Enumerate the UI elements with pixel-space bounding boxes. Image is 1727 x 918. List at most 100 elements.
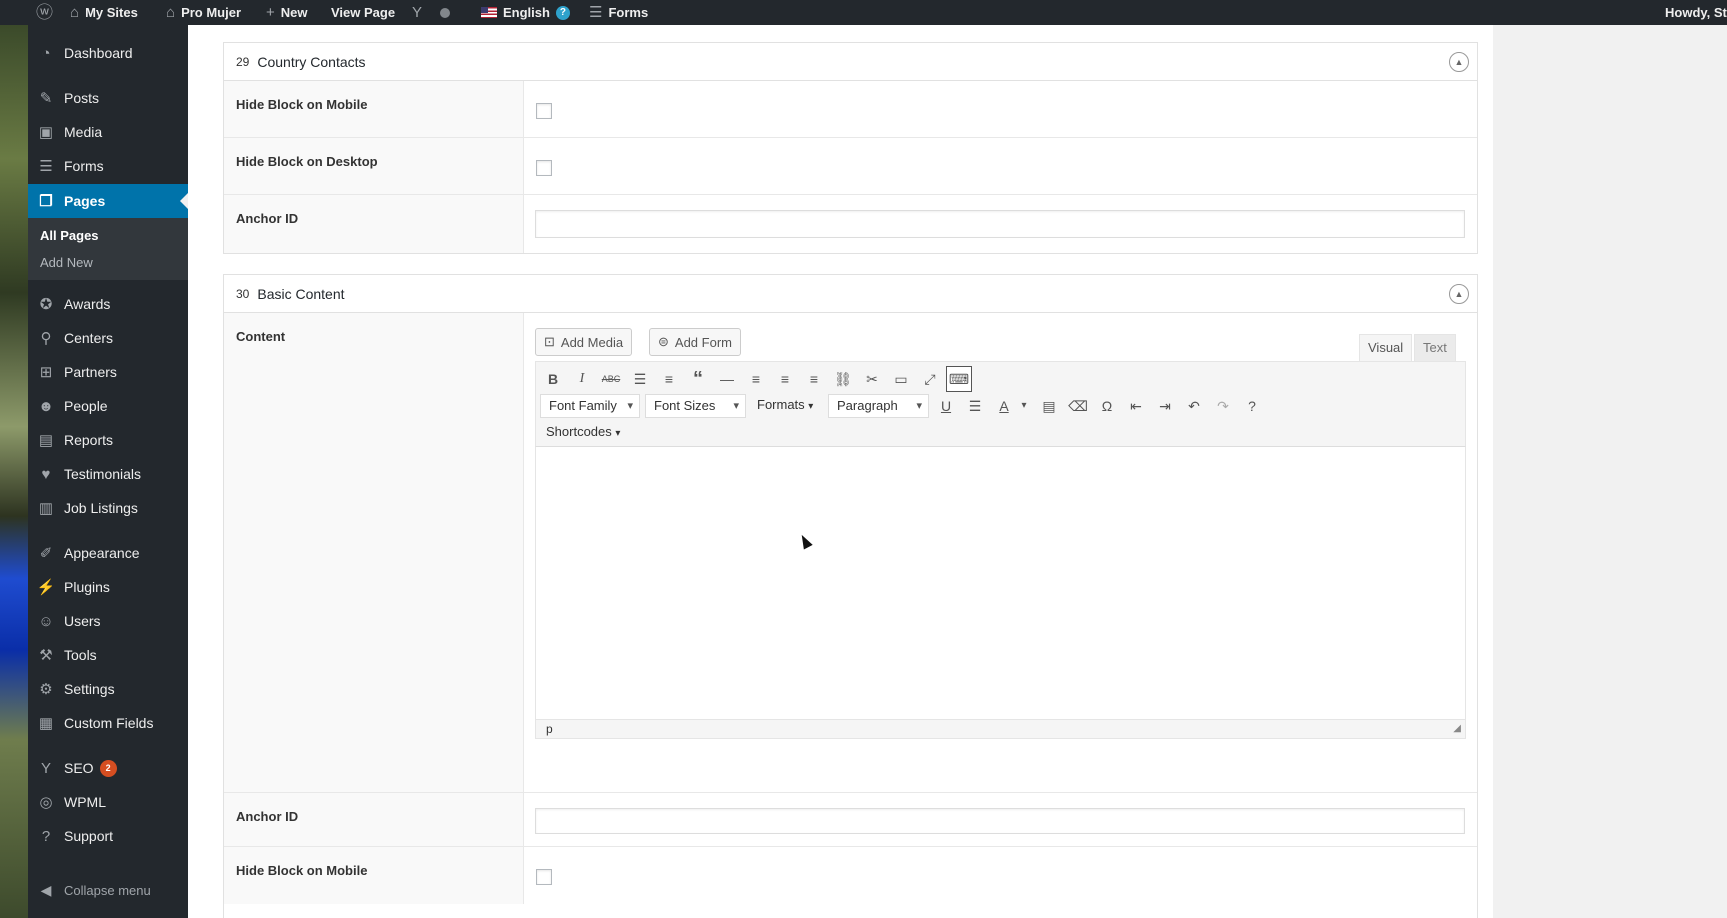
field-label: Hide Block on Mobile: [224, 847, 524, 904]
language-switcher[interactable]: English?: [481, 0, 570, 25]
editor-content-area[interactable]: [535, 447, 1466, 719]
help-icon: ?: [41, 827, 51, 845]
forms-icon: ☰: [39, 158, 53, 175]
chevron-down-icon: ▾: [615, 428, 621, 439]
bold-icon[interactable]: B: [540, 366, 566, 392]
settings-icon: ⚙: [39, 681, 53, 698]
text-color-dropdown-icon[interactable]: ▾: [1011, 393, 1037, 419]
tab-text[interactable]: Text: [1414, 334, 1456, 361]
add-form-button[interactable]: ⊜ Add Form: [649, 328, 741, 356]
menu-appearance[interactable]: ✐ Appearance: [28, 536, 188, 570]
site-name-link[interactable]: ⌂ Pro Mujer: [166, 0, 241, 25]
outdent-icon[interactable]: ⇤: [1123, 393, 1149, 419]
menu-forms[interactable]: ☰ Forms: [28, 149, 188, 183]
howdy-account-link[interactable]: Howdy, St: [1665, 0, 1727, 25]
undo-icon[interactable]: ↶: [1181, 393, 1207, 419]
menu-seo[interactable]: Y SEO 2: [28, 751, 188, 785]
anchor-id-input[interactable]: [535, 808, 1465, 834]
menu-users[interactable]: ☺ Users: [28, 604, 188, 638]
align-center-icon[interactable]: ≡: [772, 366, 798, 392]
link-icon[interactable]: ⛓: [830, 366, 856, 392]
resize-handle-icon[interactable]: ◢: [1453, 720, 1461, 738]
align-left-icon[interactable]: ≡: [743, 366, 769, 392]
paste-as-text-icon[interactable]: ▤: [1036, 393, 1062, 419]
clear-formatting-icon[interactable]: ⌫: [1065, 393, 1091, 419]
seo-notification-badge: 2: [99, 759, 117, 777]
pages-submenu: All Pages Add New: [28, 218, 188, 280]
yoast-icon[interactable]: Y: [412, 0, 422, 25]
hide-desktop-checkbox[interactable]: [536, 160, 552, 176]
collapse-menu-button[interactable]: ◀ Collapse menu: [28, 875, 188, 905]
home-icon: ⌂: [166, 4, 176, 21]
menu-tools[interactable]: ⚒ Tools: [28, 638, 188, 672]
menu-partners[interactable]: ⊞ Partners: [28, 355, 188, 389]
submenu-add-new[interactable]: Add New: [40, 255, 93, 270]
special-character-icon[interactable]: Ω: [1094, 393, 1120, 419]
justify-icon[interactable]: ☰: [962, 393, 988, 419]
seo-score-dot-icon: [440, 0, 450, 25]
anchor-id-input[interactable]: [535, 210, 1465, 238]
block-title: Basic Content: [257, 285, 345, 302]
menu-custom-fields[interactable]: ▦ Custom Fields: [28, 706, 188, 740]
strikethrough-icon[interactable]: ABC: [598, 366, 624, 392]
font-sizes-select[interactable]: Font Sizes: [645, 394, 746, 418]
field-row-anchor: Anchor ID: [224, 195, 1477, 253]
menu-dashboard[interactable]: ◔ Dashboard: [28, 36, 188, 70]
font-family-select[interactable]: Font Family: [540, 394, 640, 418]
field-label: Anchor ID: [224, 793, 524, 846]
hide-mobile-checkbox[interactable]: [536, 869, 552, 885]
pages-icon: ❐: [39, 193, 53, 210]
menu-reports[interactable]: ▤ Reports: [28, 423, 188, 457]
unlink-icon[interactable]: ✂: [859, 366, 885, 392]
horizontal-line-icon[interactable]: —: [714, 366, 740, 392]
toolbar-toggle-icon[interactable]: ⌨: [946, 366, 972, 392]
fullscreen-icon[interactable]: ⤢: [917, 366, 943, 392]
hide-mobile-checkbox[interactable]: [536, 103, 552, 119]
italic-icon[interactable]: I: [569, 366, 595, 392]
submenu-all-pages[interactable]: All Pages: [40, 228, 99, 243]
add-media-button[interactable]: ⊡ Add Media: [535, 328, 633, 356]
view-page-link[interactable]: View Page: [331, 0, 395, 25]
formats-menu[interactable]: Formats ▾: [757, 393, 813, 419]
keyboard-shortcuts-icon[interactable]: ?: [1239, 393, 1265, 419]
block-header[interactable]: 30 Basic Content ▲: [224, 275, 1477, 313]
bullet-list-icon[interactable]: ☰: [627, 366, 653, 392]
menu-job-listings[interactable]: ▥ Job Listings: [28, 491, 188, 525]
indent-icon[interactable]: ⇥: [1152, 393, 1178, 419]
collapse-toggle-icon[interactable]: ▲: [1449, 52, 1469, 72]
block-header[interactable]: 29 Country Contacts ▲: [224, 43, 1477, 81]
numbered-list-icon[interactable]: ≡: [656, 366, 682, 392]
paragraph-select[interactable]: Paragraph: [828, 394, 929, 418]
menu-testimonials[interactable]: ♥ Testimonials: [28, 457, 188, 491]
flexible-block-30: 30 Basic Content ▲ Content ⊡ Add Media ⊜ A…: [223, 274, 1478, 918]
user-icon: ☺: [38, 612, 54, 630]
sitemap-icon: ⊞: [39, 364, 53, 381]
menu-wpml[interactable]: ◎ WPML: [28, 785, 188, 819]
menu-settings[interactable]: ⚙ Settings: [28, 672, 188, 706]
menu-media[interactable]: ▣ Media: [28, 115, 188, 149]
menu-support[interactable]: ? Support: [28, 819, 188, 853]
wordpress-logo-icon[interactable]: ⓦ: [36, 0, 53, 25]
menu-pages[interactable]: ❐ Pages: [28, 184, 188, 218]
my-sites-link[interactable]: ⌂ My Sites: [70, 0, 138, 25]
wpml-icon: ◎: [39, 794, 53, 811]
shortcodes-menu[interactable]: Shortcodes ▾: [546, 420, 620, 446]
menu-people[interactable]: ☻ People: [28, 389, 188, 423]
collapse-toggle-icon[interactable]: ▲: [1449, 284, 1469, 304]
menu-posts[interactable]: ✎ Posts: [28, 81, 188, 115]
read-more-icon[interactable]: ▭: [888, 366, 914, 392]
field-row-hide-desktop: Hide Block on Desktop: [224, 138, 1477, 195]
media-icon: ▣: [38, 124, 54, 141]
field-label: Hide Block on Mobile: [224, 81, 524, 137]
new-content-link[interactable]: + New: [266, 0, 308, 25]
menu-centers[interactable]: ⚲ Centers: [28, 321, 188, 355]
menu-awards[interactable]: ✪ Awards: [28, 287, 188, 321]
underline-icon[interactable]: U: [933, 393, 959, 419]
element-path[interactable]: p: [546, 722, 553, 736]
tab-visual[interactable]: Visual: [1359, 334, 1413, 361]
redo-icon[interactable]: ↷: [1210, 393, 1236, 419]
menu-plugins[interactable]: ⚡ Plugins: [28, 570, 188, 604]
blockquote-icon[interactable]: “: [685, 366, 711, 392]
align-right-icon[interactable]: ≡: [801, 366, 827, 392]
forms-link[interactable]: ☰ Forms: [589, 0, 648, 25]
